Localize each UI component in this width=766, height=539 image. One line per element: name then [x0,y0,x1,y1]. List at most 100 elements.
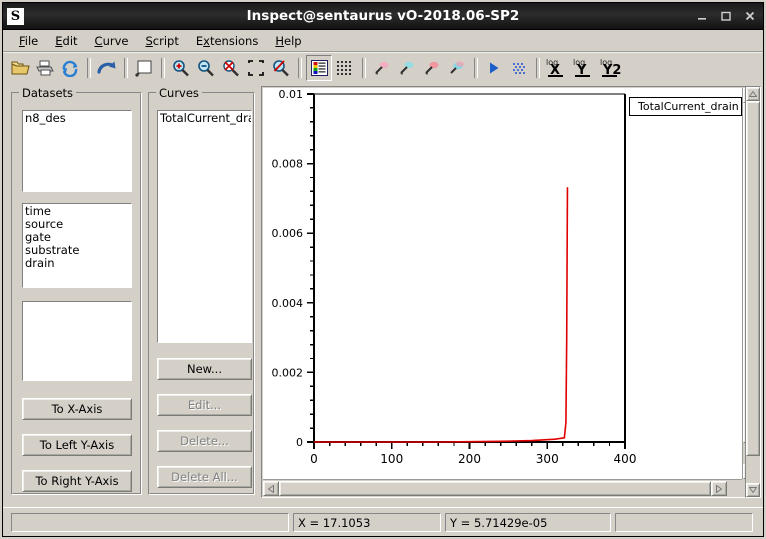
log-y-icon[interactable]: log Y [571,56,597,80]
y-tick-label: 0.002 [272,366,304,379]
chart-legend[interactable]: TotalCurrent_drain [629,97,742,116]
log-y2-underline [602,74,617,77]
toolbar-separator [536,57,540,78]
chevron-right-icon [716,484,722,493]
menu-edit[interactable]: Edit [47,32,86,50]
window-title: Inspect@sentaurus vO-2018.06-SP2 [246,8,520,24]
edit-curve-button[interactable]: Edit... [157,394,252,416]
chevron-down-icon [749,487,757,493]
datasets-group-title: Datasets [19,86,77,100]
color-palette-icon[interactable] [306,54,332,81]
refresh-icon[interactable] [58,56,82,80]
scroll-thumb-horizontal[interactable] [279,481,711,496]
curves-group: Curves TotalCurrent_drain New... Edit...… [148,86,255,495]
zoom-out-icon[interactable] [194,56,218,80]
toolbar-separator [124,57,128,78]
new-curve-button[interactable]: New... [157,358,252,380]
run-icon[interactable] [482,56,506,80]
log-x-icon[interactable]: log X [544,56,570,80]
curve-marker-3-icon[interactable] [420,56,444,80]
delete-all-curves-button[interactable]: Delete All... [157,466,252,488]
new-plot-icon[interactable] [132,56,156,80]
y-tick-label: 0.006 [272,227,304,240]
inspect-application-window: S Inspect@sentaurus vO-2018.06-SP2 File … [0,0,766,539]
y-tick-label: 0 [296,436,303,449]
log-y-underline [575,74,590,77]
toolbar-separator [474,57,478,78]
toolbar-separator [87,57,91,78]
curve-marker-2-icon[interactable] [395,56,419,80]
toolbar-separator [362,57,366,78]
menu-extensions[interactable]: Extensions [188,32,267,50]
zoom-fit-icon[interactable] [244,56,268,80]
legend-label: TotalCurrent_drain [638,100,739,113]
curve-marker-1-icon[interactable] [370,56,394,80]
minimize-icon[interactable] [695,9,709,23]
to-right-y-axis-button[interactable]: To Right Y-Axis [22,470,132,492]
x-tick-label: 100 [380,452,403,466]
curves-group-title: Curves [156,86,202,100]
undo-arrow-icon[interactable] [95,56,119,80]
log-x-underline [548,74,563,77]
grid-icon[interactable] [333,56,357,80]
toolbar: log X log Y log Y2 [3,52,763,84]
curves-list[interactable]: TotalCurrent_drain [157,110,252,343]
y-tick-label: 0.004 [272,297,304,310]
datasets-third-list[interactable] [22,301,132,381]
scroll-right-button[interactable] [711,481,727,496]
plot-canvas[interactable]: 0 0.002 0.004 0.006 0.008 0.01 0 100 200 300 400 [263,88,742,479]
status-extra-field [615,513,753,532]
scroll-left-button[interactable] [263,481,279,496]
print-icon[interactable] [33,56,57,80]
datasets-group: Datasets n8_des time source gate substra… [11,86,142,495]
chart-series-line [314,187,569,443]
window-controls [695,3,757,29]
menubar: File Edit Curve Script Extensions Help [3,30,763,52]
x-tick-label: 0 [310,452,318,466]
menu-help[interactable]: Help [267,32,310,50]
toolbar-separator [298,57,302,78]
y-tick-label: 0.008 [272,158,304,171]
window-scroll-up-button[interactable] [746,87,760,101]
window-vertical-scrollbar[interactable] [745,86,761,498]
curve-marker-4-icon[interactable] [445,56,469,80]
titlebar[interactable]: S Inspect@sentaurus vO-2018.06-SP2 [3,3,763,30]
log-y2-icon[interactable]: log Y2 [598,56,628,80]
menu-curve[interactable]: Curve [87,32,138,50]
app-icon: S [7,7,24,25]
to-left-y-axis-button[interactable]: To Left Y-Axis [22,434,132,456]
chevron-up-icon [749,91,757,97]
open-folder-icon[interactable] [8,56,32,80]
list-item[interactable]: TotalCurrent_drain [159,112,251,125]
status-y-readout: Y = 5.71429e-05 [445,513,611,532]
chevron-left-icon [268,484,274,493]
to-x-axis-button[interactable]: To X-Axis [22,398,132,420]
list-item[interactable]: n8_des [24,112,131,125]
status-x-readout: X = 17.1053 [293,513,441,532]
window-scroll-down-button[interactable] [746,483,760,497]
zoom-in-icon[interactable] [169,56,193,80]
window-scroll-thumb[interactable] [746,101,760,456]
list-item[interactable]: drain [24,257,131,270]
zoom-cancel-icon[interactable] [219,56,243,80]
datasets-variable-list[interactable]: time source gate substrate drain [22,203,132,288]
zoom-reset-icon[interactable] [269,56,293,80]
main-content: Datasets n8_des time source gate substra… [3,82,763,536]
x-tick-label: 300 [536,452,559,466]
maximize-icon[interactable] [719,9,733,23]
delete-curve-button[interactable]: Delete... [157,430,252,452]
dither-icon[interactable] [507,56,531,80]
x-tick-label: 200 [458,452,481,466]
toolbar-separator [161,57,165,78]
window-frame: S Inspect@sentaurus vO-2018.06-SP2 File … [2,2,764,537]
plot-horizontal-scrollbar[interactable] [263,479,742,496]
x-tick-label: 400 [614,452,637,466]
statusbar: X = 17.1053 Y = 5.71429e-05 [3,507,763,536]
datasets-file-list[interactable]: n8_des [22,110,132,192]
close-icon[interactable] [743,9,757,23]
y-tick-label: 0.01 [279,88,304,101]
chart-svg: 0 0.002 0.004 0.006 0.008 0.01 0 100 200 300 400 [272,88,637,466]
menu-file[interactable]: File [11,32,47,50]
menu-script[interactable]: Script [137,32,187,50]
status-message-field [11,513,289,532]
